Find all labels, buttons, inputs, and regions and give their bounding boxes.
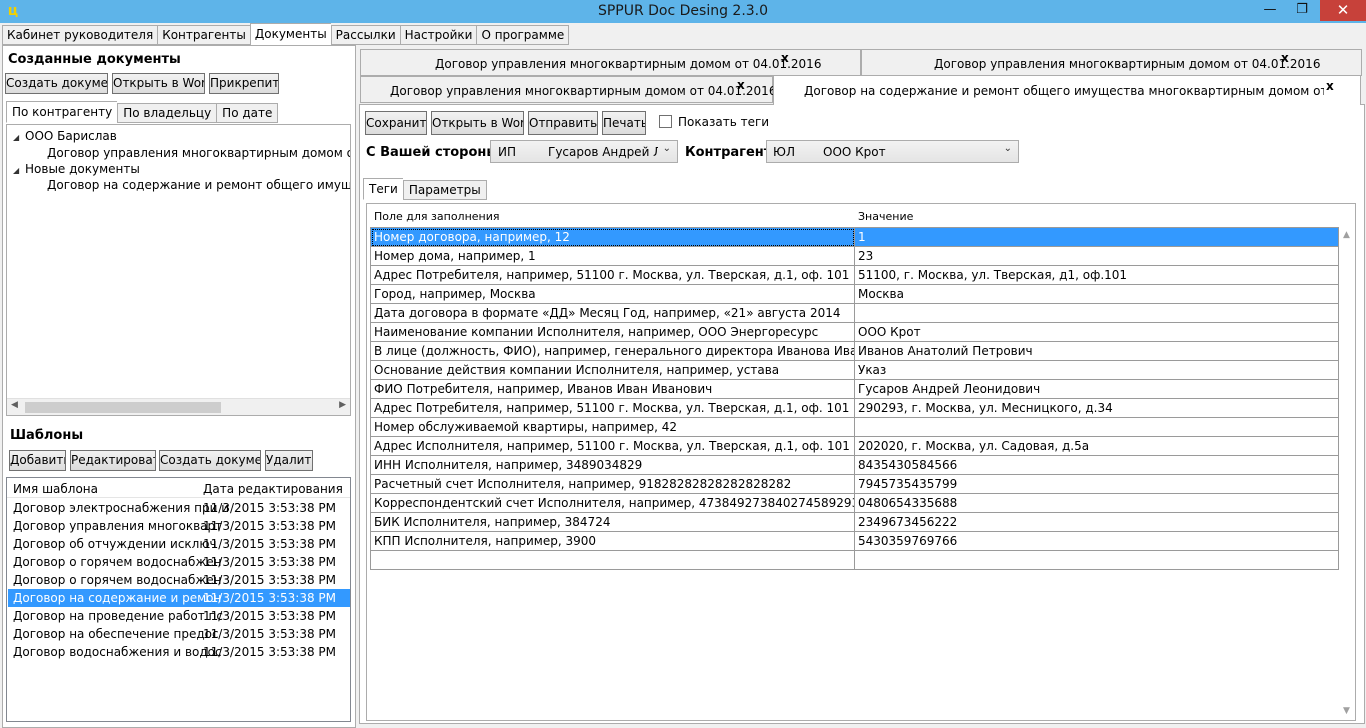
doc-tab-2[interactable]: Договор управления многоквартирным домом… bbox=[861, 49, 1362, 76]
template-row[interactable]: Договор на проведение работ пс 11/3/2015 … bbox=[8, 607, 350, 625]
scroll-up-icon[interactable]: ▲ bbox=[1343, 230, 1350, 240]
tree-leaf[interactable]: Договор управления многоквартирным домом… bbox=[47, 146, 350, 160]
column-header-value[interactable]: Значение bbox=[858, 210, 913, 223]
edit-template-button[interactable]: Редактировать bbox=[70, 450, 156, 471]
main-menu: Кабинет руководителя Контрагенты Докумен… bbox=[2, 23, 570, 45]
create-document-button[interactable]: Создать документ bbox=[5, 73, 108, 94]
close-icon[interactable]: ✕ bbox=[1320, 0, 1366, 21]
templates-list: Имя шаблона Дата редактирования Договор … bbox=[6, 477, 351, 722]
chevron-down-icon: ⌄ bbox=[662, 143, 671, 154]
grid-row[interactable]: ФИО Потребителя, например, Иванов Иван И… bbox=[370, 379, 1339, 399]
grid-row[interactable]: ИНН Исполнителя, например, 3489034829 843… bbox=[370, 455, 1339, 475]
show-tags-checkbox[interactable] bbox=[659, 115, 672, 128]
tab-by-date[interactable]: По дате bbox=[216, 103, 279, 123]
templates-title: Шаблоны bbox=[10, 428, 84, 443]
scroll-right-icon[interactable]: ▶ bbox=[339, 400, 346, 410]
created-docs-tabs: По контрагенту По владельцу По дате bbox=[6, 101, 279, 123]
template-row[interactable]: Договор водоснабжения и водос 11/3/2015 3… bbox=[8, 643, 350, 661]
grid-row[interactable]: Дата договора в формате «ДД» Месяц Год, … bbox=[370, 303, 1339, 323]
tree-node[interactable]: ◢ Новые документы bbox=[13, 162, 140, 176]
grid-row[interactable]: В лице (должность, ФИО), например, генер… bbox=[370, 341, 1339, 361]
templates-header: Имя шаблона Дата редактирования bbox=[7, 478, 350, 498]
template-row[interactable]: Договор о горячем водоснабжен 11/3/2015 3… bbox=[8, 553, 350, 571]
grid-row[interactable]: Адрес Исполнителя, например, 51100 г. Мо… bbox=[370, 436, 1339, 456]
print-button[interactable]: Печать bbox=[602, 111, 646, 135]
counterparty-select[interactable]: ЮЛ ООО Крот ⌄ bbox=[766, 140, 1019, 163]
menu-tab-about[interactable]: О программе bbox=[476, 25, 570, 45]
grid-row[interactable]: Адрес Потребителя, например, 51100 г. Мо… bbox=[370, 398, 1339, 418]
attach-button[interactable]: Прикрепить bbox=[209, 73, 279, 94]
documents-tree: ◢ ООО Барислав Договор управления многокв… bbox=[6, 124, 351, 416]
create-from-template-button[interactable]: Создать документ bbox=[159, 450, 261, 471]
grid-row[interactable]: Номер обслуживаемой квартиры, например, … bbox=[370, 417, 1339, 437]
fields-grid: Поле для заполнения Значение Номер догов… bbox=[366, 203, 1356, 721]
menu-tab-contractors[interactable]: Контрагенты bbox=[157, 25, 250, 45]
scroll-thumb[interactable] bbox=[25, 402, 221, 413]
minimize-icon[interactable]: — bbox=[1256, 0, 1284, 21]
doc-tab-4-active[interactable]: Договор на содержание и ремонт общего им… bbox=[773, 75, 1361, 105]
template-row-selected[interactable]: Договор на содержание и ремон 11/3/2015 3… bbox=[8, 589, 350, 607]
maximize-icon[interactable]: ❐ bbox=[1288, 0, 1316, 21]
window-title: SPPUR Doc Desing 2.3.0 bbox=[597, 3, 769, 19]
tree-node[interactable]: ◢ ООО Барислав bbox=[13, 129, 117, 143]
chevron-down-icon: ⌄ bbox=[1003, 143, 1012, 154]
your-side-select[interactable]: ИП Гусаров Андрей Лео ⌄ bbox=[490, 140, 678, 163]
grid-row[interactable]: Основание действия компании Исполнителя,… bbox=[370, 360, 1339, 380]
grid-row[interactable]: Адрес Потребителя, например, 51100 г. Мо… bbox=[370, 265, 1339, 285]
grid-row[interactable]: Номер дома, например, 1 23 bbox=[370, 246, 1339, 266]
doc-tab-3[interactable]: Договор управления многоквартирным домом… bbox=[360, 76, 776, 103]
tab-by-counterparty[interactable]: По контрагенту bbox=[6, 101, 118, 123]
menu-tab-manager[interactable]: Кабинет руководителя bbox=[2, 25, 158, 45]
doc-tab-1[interactable]: Договор управления многоквартирным домом… bbox=[360, 49, 861, 76]
grid-vertical-scrollbar[interactable]: ▲ ▼ bbox=[1339, 226, 1355, 720]
inner-tabs: Теги Параметры bbox=[363, 178, 487, 200]
column-header-field[interactable]: Поле для заполнения bbox=[374, 210, 500, 223]
close-tab-icon[interactable]: x bbox=[781, 51, 789, 65]
add-template-button[interactable]: Добавить bbox=[9, 450, 66, 471]
grid-row[interactable]: КПП Исполнителя, например, 3900 543035976… bbox=[370, 531, 1339, 551]
tree-leaf[interactable]: Договор на содержание и ремонт общего им… bbox=[47, 178, 350, 192]
save-button[interactable]: Сохранить bbox=[365, 111, 427, 135]
menu-tab-settings[interactable]: Настройки bbox=[399, 25, 477, 45]
expand-arrow-icon[interactable]: ◢ bbox=[13, 133, 25, 142]
grid-row[interactable]: БИК Исполнителя, например, 384724 2349673… bbox=[370, 512, 1339, 532]
column-header-template-name[interactable]: Имя шаблона bbox=[13, 482, 98, 496]
created-docs-title: Созданные документы bbox=[8, 52, 181, 67]
expand-arrow-icon[interactable]: ◢ bbox=[13, 166, 25, 175]
grid-row[interactable]: Город, например, Москва Москва bbox=[370, 284, 1339, 304]
title-bar: ц SPPUR Doc Desing 2.3.0 — ❐ ✕ bbox=[0, 0, 1366, 23]
template-row[interactable]: Договор об отчуждении исключ 11/3/2015 3:… bbox=[8, 535, 350, 553]
grid-row[interactable]: Корреспондентский счет Исполнителя, напр… bbox=[370, 493, 1339, 513]
grid-row[interactable]: Наименование компании Исполнителя, напри… bbox=[370, 322, 1339, 342]
tab-by-owner[interactable]: По владельцу bbox=[117, 103, 217, 123]
tab-tags[interactable]: Теги bbox=[363, 178, 403, 200]
close-tab-icon[interactable]: x bbox=[1281, 51, 1289, 65]
grid-row[interactable]: Расчетный счет Исполнителя, например, 91… bbox=[370, 474, 1339, 494]
tree-horizontal-scrollbar[interactable]: ◀ ▶ bbox=[7, 398, 350, 415]
column-header-edit-date[interactable]: Дата редактирования bbox=[203, 482, 343, 496]
template-row[interactable]: Договор о горячем водоснабжен 11/3/2015 3… bbox=[8, 571, 350, 589]
open-in-word-button[interactable]: Открыть в Word bbox=[112, 73, 205, 94]
close-tab-icon[interactable]: x bbox=[1326, 79, 1334, 93]
menu-tab-documents[interactable]: Документы bbox=[249, 23, 331, 45]
template-row[interactable]: Договор управления многокварт 11/3/2015 3… bbox=[8, 517, 350, 535]
counterparty-label: Контрагент bbox=[685, 145, 772, 160]
template-row[interactable]: Договор на обеспечение предос 11/3/2015 3… bbox=[8, 625, 350, 643]
grid-row-selected[interactable]: Номер договора, например, 12 1 bbox=[370, 227, 1339, 247]
scroll-left-icon[interactable]: ◀ bbox=[11, 400, 18, 410]
open-in-word-button[interactable]: Открыть в Word bbox=[431, 111, 524, 135]
send-button[interactable]: Отправить... bbox=[528, 111, 598, 135]
template-row[interactable]: Договор электроснабжения при и 11/3/2015 … bbox=[8, 499, 350, 517]
delete-template-button[interactable]: Удалить bbox=[265, 450, 313, 471]
grid-header: Поле для заполнения Значение bbox=[367, 204, 1355, 226]
fields-table: Номер договора, например, 12 1 Номер дома… bbox=[370, 227, 1339, 570]
show-tags-label: Показать теги bbox=[678, 115, 770, 129]
grid-row-new[interactable] bbox=[370, 550, 1339, 570]
menu-tab-mailings[interactable]: Рассылки bbox=[330, 25, 400, 45]
your-side-label: С Вашей стороны bbox=[366, 145, 499, 160]
close-tab-icon[interactable]: x bbox=[737, 78, 745, 92]
tab-parameters[interactable]: Параметры bbox=[402, 180, 487, 200]
scroll-down-icon[interactable]: ▼ bbox=[1343, 706, 1350, 716]
